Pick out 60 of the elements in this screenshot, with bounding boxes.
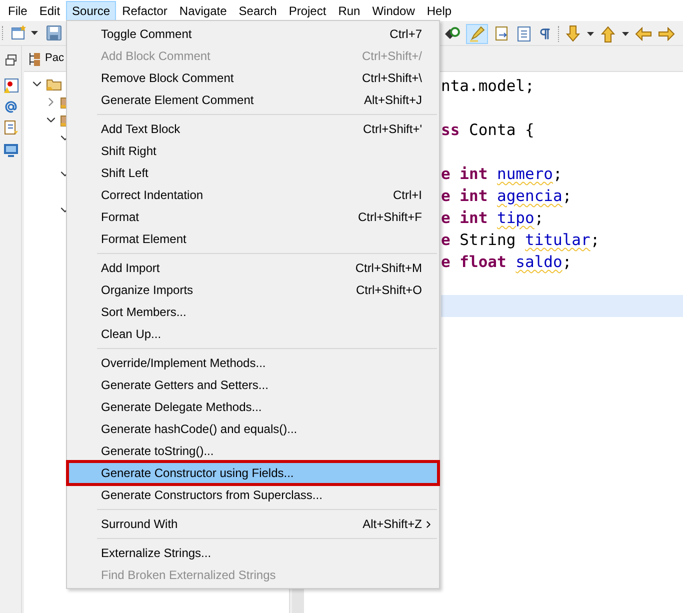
- menu-item[interactable]: Toggle Comment Ctrl+7: [68, 23, 438, 45]
- menu-item[interactable]: Sort Members...: [68, 301, 438, 323]
- highlight-toggle[interactable]: [466, 24, 488, 44]
- warning-window-icon[interactable]: [2, 78, 18, 94]
- menu-item[interactable]: Generate Getters and Setters...: [68, 374, 438, 396]
- menu-bar-item[interactable]: Refactor: [116, 0, 174, 20]
- menu-bar-item[interactable]: Source: [66, 0, 116, 20]
- menu-item[interactable]: Correct Indentation Ctrl+I: [68, 184, 438, 206]
- menu-bar-item[interactable]: Search: [232, 0, 283, 20]
- menu-item[interactable]: Generate Constructors from Superclass...: [68, 484, 438, 506]
- menu-item[interactable]: Externalize Strings...: [68, 542, 438, 564]
- menu-item[interactable]: Shift Left: [68, 162, 438, 184]
- monitor-icon[interactable]: [2, 142, 18, 158]
- dropdown-caret-icon[interactable]: [31, 31, 38, 35]
- view-tab[interactable]: Pac: [45, 50, 64, 67]
- menu-bar-item[interactable]: Run: [332, 0, 366, 20]
- code-line: e int tipo;: [441, 209, 544, 227]
- arrow-up-icon[interactable]: [600, 25, 616, 43]
- at-sign-icon[interactable]: [4, 100, 18, 114]
- arrow-down-icon[interactable]: [565, 25, 581, 43]
- menu-item[interactable]: Remove Block Comment Ctrl+Shift+\: [68, 67, 438, 89]
- document-icon[interactable]: [2, 120, 18, 136]
- code-line: ss Conta {: [441, 121, 534, 139]
- menu-item[interactable]: Override/Implement Methods...: [68, 352, 438, 374]
- marker-icon: [469, 26, 485, 42]
- menu-item[interactable]: Add Import Ctrl+Shift+M: [68, 257, 438, 279]
- menu-item[interactable]: Generate Delegate Methods...: [68, 396, 438, 418]
- menu-item[interactable]: Shift Right: [68, 140, 438, 162]
- dropdown-caret-icon[interactable]: [587, 32, 594, 36]
- menu-bar-item[interactable]: Navigate: [173, 0, 233, 20]
- search-icon[interactable]: [444, 26, 460, 42]
- new-file-icon[interactable]: [11, 25, 27, 41]
- menu-item[interactable]: Generate toString()...: [68, 440, 438, 462]
- menu-bar-item[interactable]: File: [2, 0, 34, 20]
- code-line: e float saldo;: [441, 253, 572, 271]
- menu-item[interactable]: Format Ctrl+Shift+F: [68, 206, 438, 228]
- menu-item[interactable]: Generate Constructor using Fields...: [68, 462, 438, 484]
- document-lines-icon[interactable]: [516, 26, 532, 42]
- arrow-right-icon[interactable]: [658, 27, 675, 41]
- menu-item[interactable]: Surround With Alt+Shift+Z: [68, 513, 438, 535]
- dropdown-caret-icon[interactable]: [622, 32, 629, 36]
- save-icon[interactable]: [46, 25, 62, 41]
- code-line: e int agencia;: [441, 187, 572, 205]
- menu-bar-item[interactable]: Help: [420, 0, 458, 20]
- menu-bar-item[interactable]: Edit: [33, 0, 66, 20]
- menu-item[interactable]: Generate hashCode() and equals()...: [68, 418, 438, 440]
- arrow-left-icon[interactable]: [635, 27, 652, 41]
- menu-item[interactable]: Generate Element Comment Alt+Shift+J: [68, 89, 438, 111]
- code-line: nta.model;: [441, 77, 534, 95]
- menu-item[interactable]: Add Text Block Ctrl+Shift+': [68, 118, 438, 140]
- package-tree-icon: [28, 50, 42, 66]
- menu-item[interactable]: Organize Imports Ctrl+Shift+O: [68, 279, 438, 301]
- menu-bar-item[interactable]: Project: [282, 0, 332, 20]
- pilcrow-icon[interactable]: [538, 27, 552, 41]
- code-line: e String titular;: [441, 231, 600, 249]
- menu-bar-item[interactable]: Window: [366, 0, 421, 20]
- restore-icon[interactable]: [4, 54, 16, 66]
- menu-item[interactable]: Clean Up...: [68, 323, 438, 345]
- menu-item[interactable]: Format Element: [68, 228, 438, 250]
- code-line: e int numero;: [441, 165, 562, 183]
